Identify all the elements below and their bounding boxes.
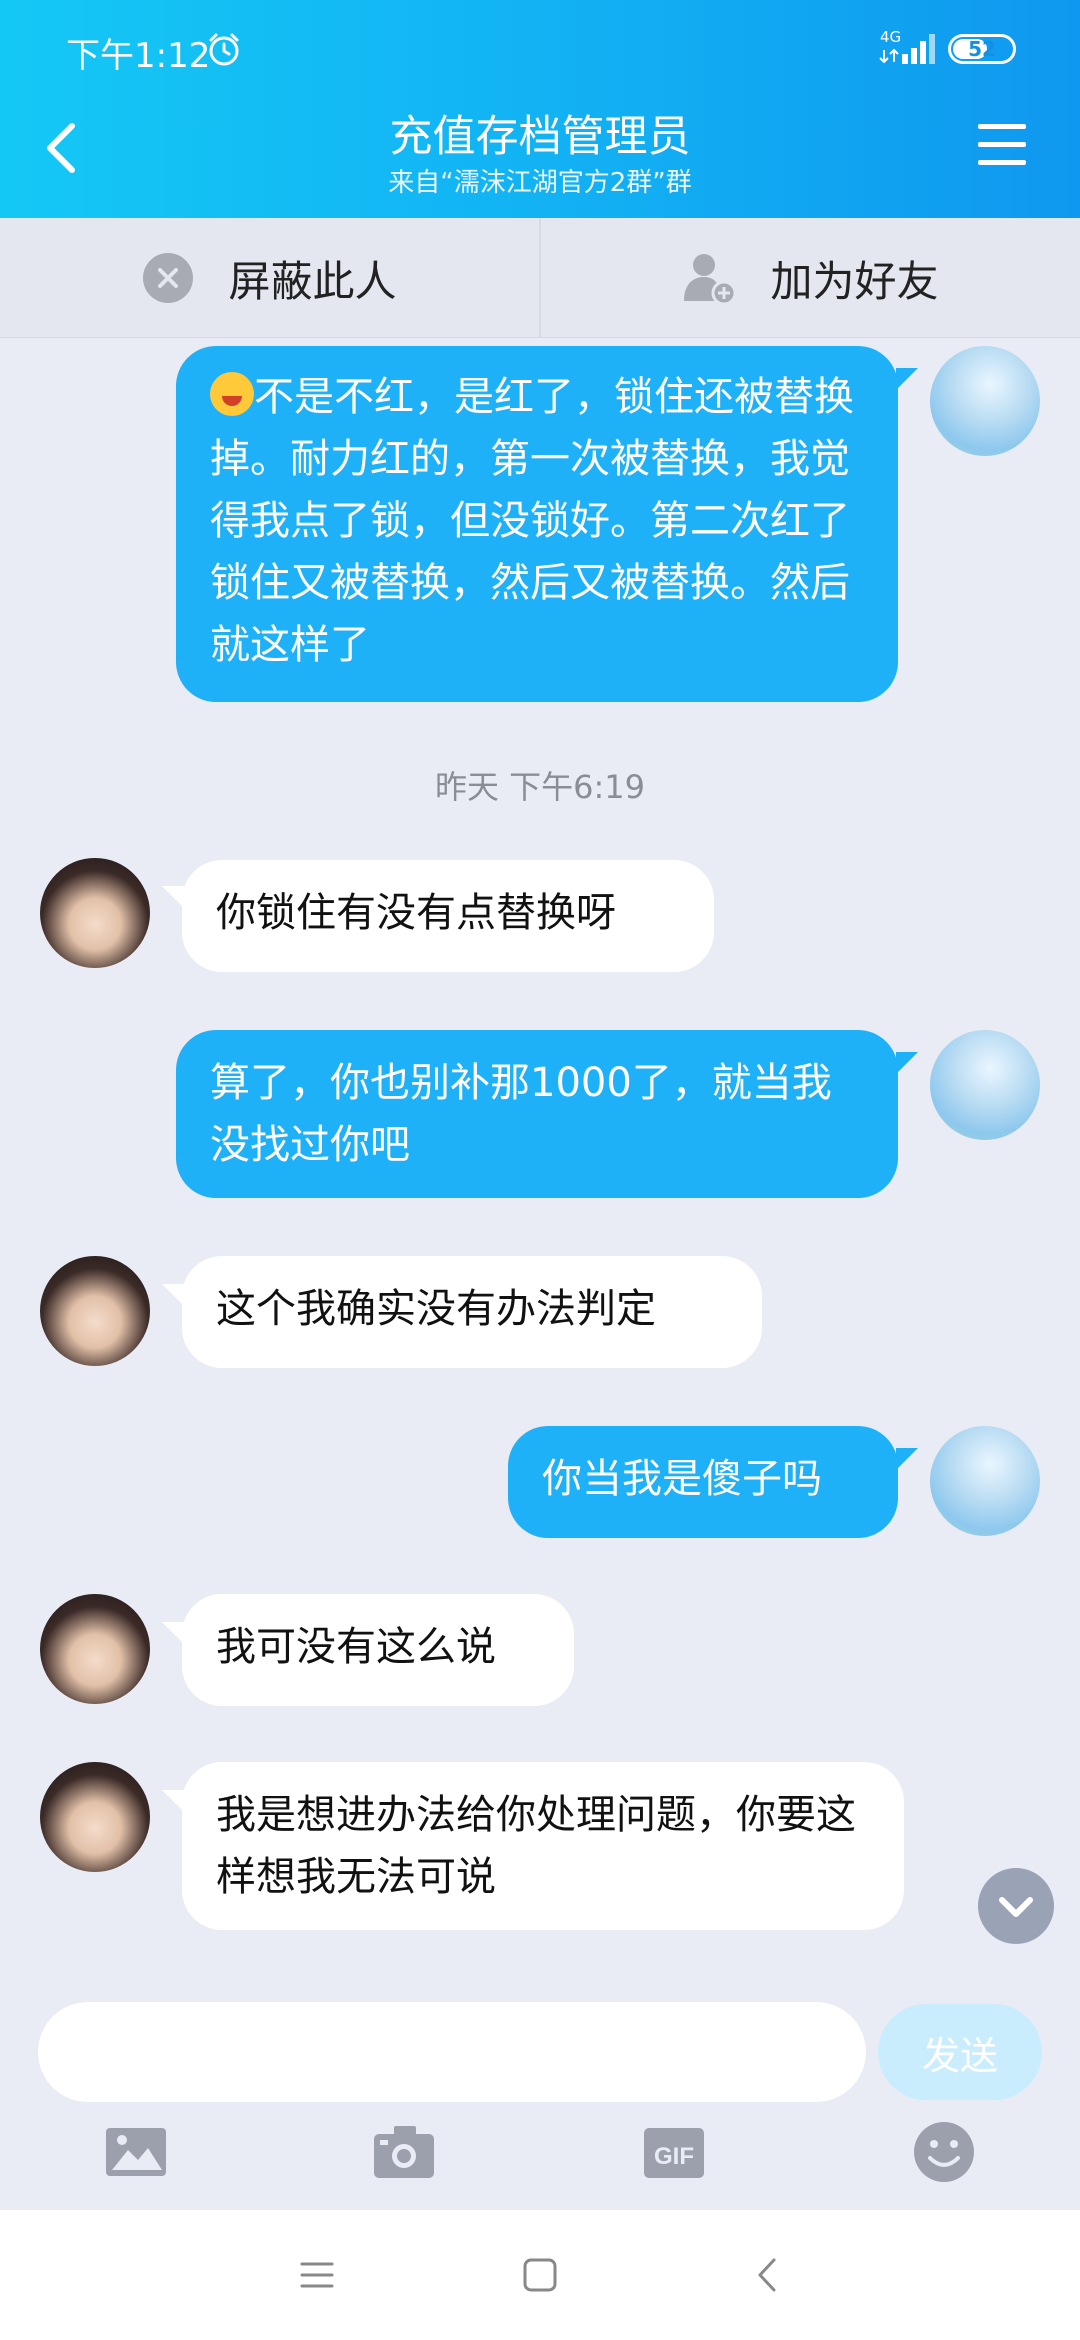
message-bubble-theirs[interactable]: 我可没有这么说 [182,1594,574,1706]
chat-header: 下午1:12 4G 52 充值存档管理员 来自“濡沫江湖官方2群”群 [0,0,1080,218]
chat-list[interactable]: 不是不红，是红了，锁住还被替换掉。耐力红的，第一次被替换，我觉得我点了锁，但没锁… [0,338,1080,1988]
message-text: 我可没有这么说 [216,1624,496,1670]
message-bubble-theirs[interactable]: 我是想进办法给你处理问题，你要这样想我无法可说 [182,1762,904,1930]
signal-icon [879,34,935,64]
home-icon[interactable] [515,2250,565,2300]
message-text: 你锁住有没有点替换呀 [216,890,616,936]
message-text: 不是不红，是红了，锁住还被替换掉。耐力红的，第一次被替换，我觉得我点了锁，但没锁… [210,374,854,668]
camera-icon[interactable] [372,2120,436,2184]
contact-avatar[interactable] [40,1762,150,1872]
recent-apps-icon[interactable] [292,2250,342,2300]
message-bubble-theirs[interactable]: 你锁住有没有点替换呀 [182,860,714,972]
message-text: 你当我是傻子吗 [542,1456,822,1502]
message-bubble-mine[interactable]: 你当我是傻子吗 [508,1426,898,1538]
back-icon[interactable] [744,2250,794,2300]
add-friend-icon [684,254,737,305]
contact-avatar[interactable] [40,1256,150,1366]
laughing-emoji-icon [210,372,254,416]
image-icon[interactable] [104,2120,168,2184]
system-nav-bar [0,2210,1080,2340]
my-avatar[interactable] [930,346,1040,456]
send-button[interactable]: 发送 [878,2004,1042,2100]
bubble-tail [896,368,918,390]
message-timestamp: 昨天 下午6:19 [434,768,646,806]
message-bubble-mine[interactable]: 不是不红，是红了，锁住还被替换掉。耐力红的，第一次被替换，我觉得我点了锁，但没锁… [176,346,898,702]
bubble-tail [162,886,184,908]
message-text: 这个我确实没有办法判定 [216,1286,656,1332]
add-friend-label: 加为好友 [770,256,939,306]
my-avatar[interactable] [930,1030,1040,1140]
battery-indicator: 52 [948,34,1016,64]
message-text: 算了，你也别补那1000了，就当我没找过你吧 [210,1060,832,1168]
bubble-tail [162,1622,184,1644]
bubble-tail [896,1052,918,1074]
message-bubble-theirs[interactable]: 这个我确实没有办法判定 [182,1256,762,1368]
action-bar: 屏蔽此人 加为好友 [0,218,1080,338]
block-user-button[interactable]: 屏蔽此人 [0,218,539,338]
chat-title: 充值存档管理员 [389,112,691,162]
emoji-icon[interactable] [912,2120,976,2184]
svg-text:GIF: GIF [654,2143,694,2170]
alarm-icon [209,33,239,66]
bubble-tail [162,1790,184,1812]
message-text: 我是想进办法给你处理问题，你要这样想我无法可说 [216,1792,856,1900]
input-bar: 发送 GIF [0,1988,1080,2210]
bubble-tail [162,1284,184,1306]
contact-avatar[interactable] [40,858,150,968]
chat-subtitle: 来自“濡沫江湖官方2群”群 [388,168,692,198]
add-friend-button[interactable]: 加为好友 [541,218,1080,338]
message-input[interactable] [38,2002,866,2102]
chevron-down-icon [999,1897,1033,1917]
status-time: 下午1:12 [66,36,211,76]
scroll-to-bottom-button[interactable] [978,1868,1054,1944]
gif-icon[interactable]: GIF [642,2120,706,2184]
status-bar: 下午1:12 4G 52 [0,0,1080,100]
contact-avatar[interactable] [40,1594,150,1704]
menu-icon[interactable] [974,120,1030,170]
message-bubble-mine[interactable]: 算了，你也别补那1000了，就当我没找过你吧 [176,1030,898,1198]
block-user-label: 屏蔽此人 [228,256,397,306]
block-icon [143,253,194,303]
my-avatar[interactable] [930,1426,1040,1536]
bubble-tail [896,1448,918,1470]
